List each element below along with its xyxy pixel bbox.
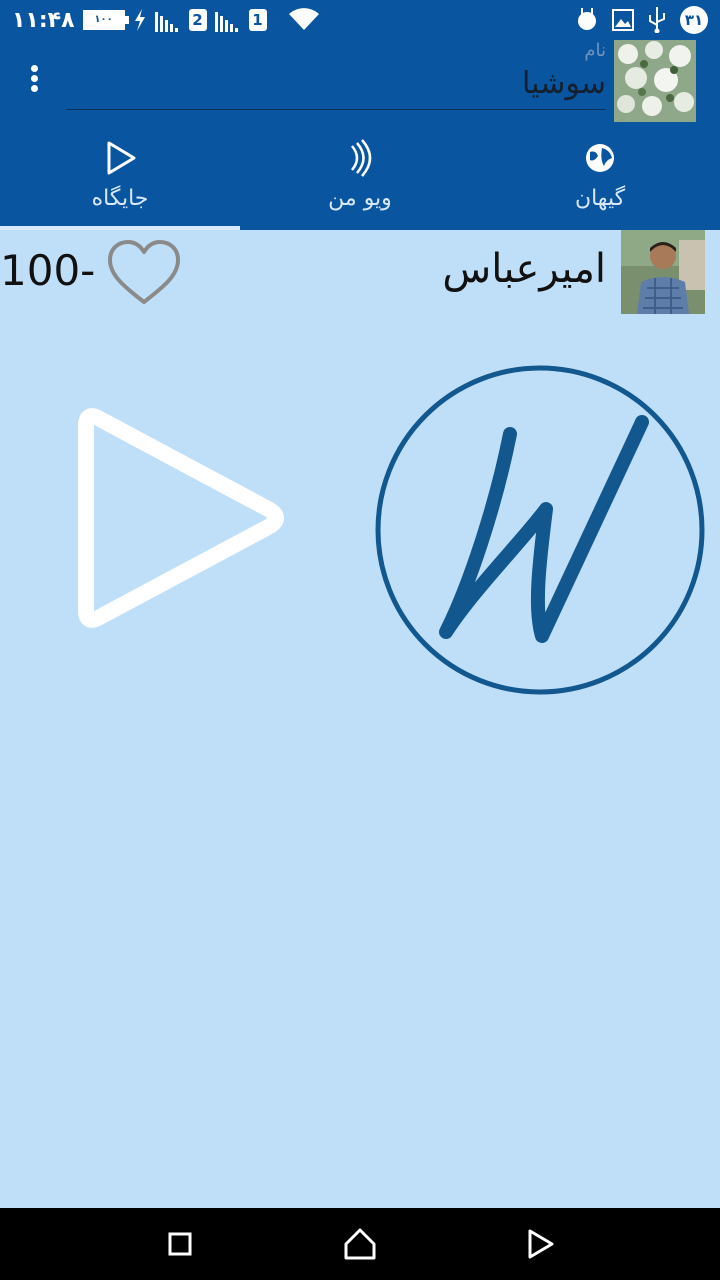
tab-label: ویو من (328, 186, 392, 211)
app-header: ۱۱:۴۸ ۱۰۰ 2 1 ۳۱ نام سوشیا جایگاه ویو من… (0, 0, 720, 230)
signal-icon (214, 12, 238, 32)
signal-icon (154, 12, 178, 32)
tab-bar: جایگاه ویو من گیهان (0, 130, 720, 230)
name-input[interactable]: نام سوشیا (66, 40, 606, 110)
date-badge: ۳۱ (680, 6, 708, 34)
recents-icon[interactable] (162, 1226, 198, 1262)
tab-giahan[interactable]: گیهان (480, 130, 720, 230)
play-button[interactable] (76, 398, 296, 638)
name-hint: نام (584, 40, 606, 61)
sound-waves-icon (351, 139, 372, 177)
status-bar-right: ۳۱ (576, 6, 708, 34)
user-row[interactable]: 100- امیرعباس (0, 230, 720, 320)
overflow-menu-button[interactable] (14, 62, 54, 102)
sim1-badge: 2 (188, 9, 207, 31)
nav-bar (0, 1208, 720, 1280)
status-time: ۱۱:۴۸ (12, 7, 75, 33)
name-value: سوشیا (522, 66, 606, 101)
main-content: 100- امیرعباس (0, 230, 720, 1208)
back-icon[interactable] (522, 1226, 558, 1262)
status-bar-left: ۱۱:۴۸ ۱۰۰ 2 1 (12, 6, 319, 34)
user-avatar[interactable] (621, 230, 705, 314)
user-name: امیرعباس (442, 246, 606, 292)
score-label: 100- (0, 246, 96, 295)
sim2-badge: 1 (248, 9, 267, 31)
globe-icon (586, 144, 614, 172)
profile-photo[interactable] (614, 40, 696, 122)
status-bar: ۱۱:۴۸ ۱۰۰ 2 1 ۳۱ (0, 0, 720, 40)
tab-view-man[interactable]: ویو من (240, 130, 480, 230)
charging-icon (134, 9, 145, 31)
battery-icon: ۱۰۰ (82, 10, 129, 30)
tab-label: گیهان (574, 186, 626, 211)
usb-icon (649, 7, 665, 33)
android-icon (578, 8, 596, 30)
tab-jaygah[interactable]: جایگاه (0, 130, 240, 230)
w-logo (375, 365, 705, 695)
name-bar: نام سوشیا (0, 40, 720, 130)
image-icon (612, 9, 634, 31)
wifi-icon (288, 8, 319, 30)
home-icon[interactable] (342, 1226, 378, 1262)
tab-label: جایگاه (91, 186, 149, 211)
play-icon (107, 141, 136, 175)
heart-icon[interactable] (106, 238, 182, 306)
